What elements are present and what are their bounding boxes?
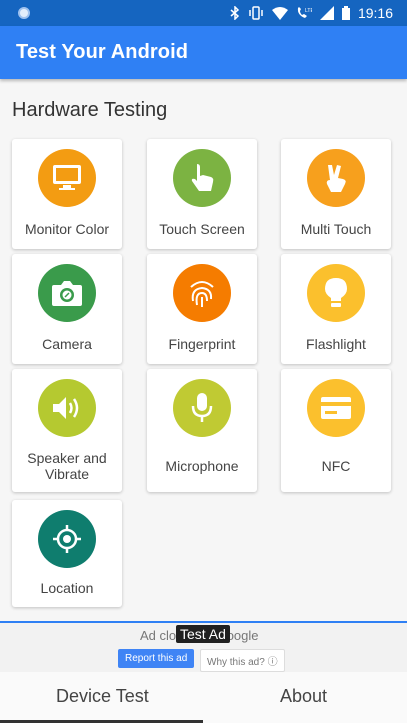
tile-multi-touch[interactable]: Multi Touch [281,139,391,249]
section-title: Hardware Testing [12,99,168,121]
tile-label: Camera [42,336,92,352]
location-icon [38,510,96,568]
tile-monitor-color[interactable]: Monitor Color [12,139,122,249]
vibrate-icon [249,6,263,20]
status-bar: LTE 19:16 [0,0,407,26]
fingerprint-icon [173,264,231,322]
app-title: Test Your Android [16,41,189,63]
battery-icon [341,6,350,20]
tile-camera[interactable]: Camera [12,254,122,364]
camera-icon [38,264,96,322]
tile-location[interactable]: Location [12,500,122,607]
status-time: 19:16 [357,5,393,21]
speaker-icon [38,379,96,437]
microphone-icon [173,379,231,437]
tile-microphone[interactable]: Microphone [147,369,257,492]
app-bar: Test Your Android [0,26,407,79]
svg-text:LTE: LTE [305,8,312,14]
tile-label: Location [40,580,94,596]
ad-banner: Ad clo oogle Test Ad Report this ad Why … [0,621,407,672]
multi-touch-icon [307,149,365,207]
tile-nfc[interactable]: NFC [281,369,391,492]
volte-call-icon: LTE [297,7,312,18]
touch-icon [173,149,231,207]
tile-fingerprint[interactable]: Fingerprint [147,254,257,364]
report-ad-button[interactable]: Report this ad [118,649,195,668]
tile-label: Flashlight [306,336,366,352]
monitor-icon [38,149,96,207]
nav-device-test[interactable]: Device Test [56,686,149,707]
tile-label: Monitor Color [24,221,110,237]
nav-about[interactable]: About [280,686,327,707]
tile-label: Microphone [165,458,239,474]
tile-label: NFC [321,458,351,474]
why-this-ad-button[interactable]: Why this ad? ⓘ [200,649,285,672]
bluetooth-icon [230,6,240,20]
card-icon [307,379,365,437]
tile-touch-screen[interactable]: Touch Screen [147,139,257,249]
lightbulb-icon [307,264,365,322]
notification-dot-icon [18,7,30,19]
tile-label: Fingerprint [168,336,236,352]
tile-speaker-and-vibrate[interactable]: Speaker and Vibrate [12,369,122,492]
tile-label: Multi Touch [300,221,372,237]
bottom-navigation: Device Test About [0,672,407,723]
tile-label: Touch Screen [159,221,245,237]
tile-flashlight[interactable]: Flashlight [281,254,391,364]
tile-label: Speaker and Vibrate [27,450,107,482]
cell-signal-icon [319,6,334,20]
wifi-icon [271,6,288,20]
test-ad-badge: Test Ad [176,625,230,643]
